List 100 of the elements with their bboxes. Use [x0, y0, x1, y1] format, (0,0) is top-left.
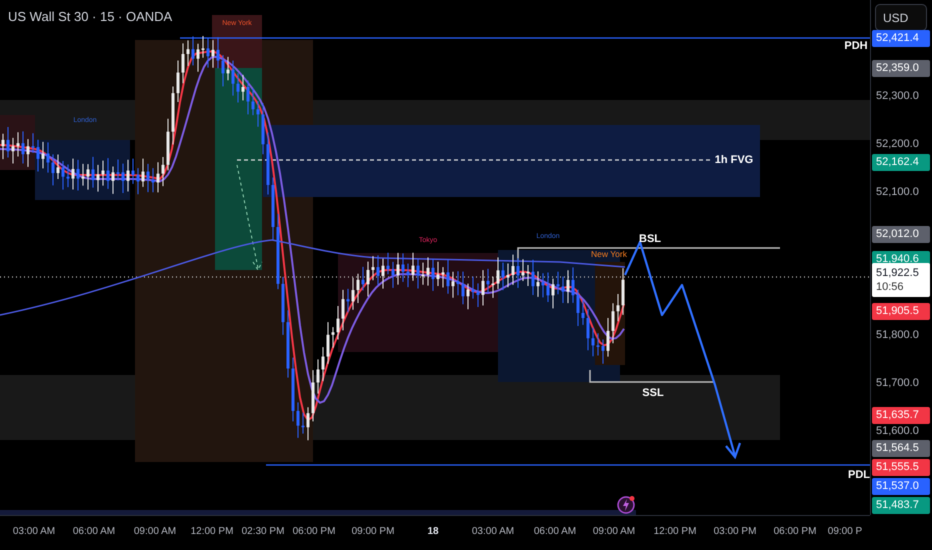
candle	[26, 138, 30, 168]
candle	[226, 56, 230, 81]
session-label: New York	[591, 249, 627, 259]
time-label: 03:00 AM	[472, 526, 514, 537]
candle	[382, 258, 384, 290]
candle	[22, 130, 24, 164]
candle	[86, 164, 90, 190]
price-badge: 51,483.7	[872, 496, 930, 514]
price-tick: 51,800.0	[875, 328, 920, 342]
candle	[356, 273, 360, 304]
price-tick: 52,300.0	[875, 88, 920, 104]
candle	[346, 288, 350, 313]
time-label: 12:00 PM	[190, 526, 234, 537]
level-label: SSL	[642, 387, 664, 399]
candle	[466, 283, 470, 310]
candle	[476, 282, 480, 308]
level-label: PDH	[844, 40, 868, 52]
candle	[386, 252, 390, 275]
candle	[222, 54, 224, 87]
candle	[566, 270, 570, 304]
candle	[306, 406, 310, 441]
candle	[542, 272, 544, 298]
candle	[416, 258, 420, 290]
candle	[176, 60, 180, 102]
candle	[102, 160, 104, 186]
candle	[582, 300, 584, 326]
candle	[322, 346, 324, 382]
candle	[526, 264, 530, 287]
price-tick: 52,200.0	[875, 136, 920, 152]
candle	[146, 163, 150, 193]
candle	[472, 276, 474, 300]
candle	[136, 168, 140, 195]
bar-countdown: 10:56	[876, 280, 905, 294]
candle	[82, 163, 84, 186]
time-label: 12:00 PM	[654, 526, 696, 537]
candle	[182, 42, 184, 84]
time-label: 02:30 PM	[242, 526, 284, 537]
candle	[46, 142, 50, 174]
candle	[32, 132, 34, 154]
candle	[42, 141, 44, 169]
scrollbar[interactable]	[0, 510, 636, 515]
candle	[6, 126, 10, 158]
candle	[362, 266, 364, 291]
candle	[422, 262, 424, 286]
candle	[272, 176, 274, 240]
candle	[616, 294, 620, 322]
candle	[92, 156, 94, 188]
candle	[196, 43, 200, 72]
time-label: 06:00 AM	[72, 526, 116, 537]
candle	[496, 256, 500, 290]
candle	[12, 137, 14, 164]
candle	[186, 40, 190, 67]
candle	[292, 357, 294, 422]
time-label: 06:00 PM	[292, 526, 336, 537]
time-label: 03:00 AM	[12, 526, 56, 537]
time-label: 09:00 P	[828, 526, 862, 537]
candle	[486, 268, 490, 294]
time-label: 03:00 PM	[714, 526, 756, 537]
candle	[402, 252, 404, 282]
currency-button[interactable]: USD	[875, 4, 927, 31]
price-badge: 51,564.5	[872, 440, 930, 456]
candle	[332, 326, 334, 348]
candle	[372, 256, 374, 281]
candle	[462, 271, 464, 305]
candle	[236, 72, 240, 103]
candle	[62, 160, 64, 190]
candle	[56, 154, 60, 180]
candle	[162, 156, 164, 187]
candle	[326, 322, 330, 364]
candle	[602, 338, 604, 364]
candle	[252, 88, 254, 116]
candle	[586, 308, 590, 351]
candle	[606, 317, 610, 358]
candle	[266, 132, 270, 196]
candle	[256, 100, 260, 128]
candle	[596, 332, 600, 356]
level-label: BSL	[639, 233, 661, 245]
candle	[492, 276, 494, 298]
candle	[412, 252, 414, 282]
candle	[312, 370, 314, 422]
candle	[556, 271, 560, 295]
candle	[342, 289, 344, 331]
candle	[282, 276, 284, 336]
price-badge: 51,537.0	[872, 478, 930, 494]
candle	[622, 268, 624, 316]
candle	[302, 412, 304, 434]
candle	[286, 310, 290, 378]
candle	[506, 263, 510, 288]
lightning-icon[interactable]	[616, 495, 636, 515]
candle	[156, 162, 160, 193]
time-label: 09:00 AM	[592, 526, 636, 537]
price-badge: 51,555.5	[872, 458, 930, 476]
candle	[262, 102, 264, 155]
price-badge: 52,012.0	[872, 226, 930, 242]
candle	[72, 158, 74, 190]
price-badge: 51,635.7	[872, 406, 930, 424]
candle	[202, 35, 204, 58]
candle	[612, 302, 614, 344]
candle	[376, 254, 380, 286]
candle	[516, 258, 520, 288]
